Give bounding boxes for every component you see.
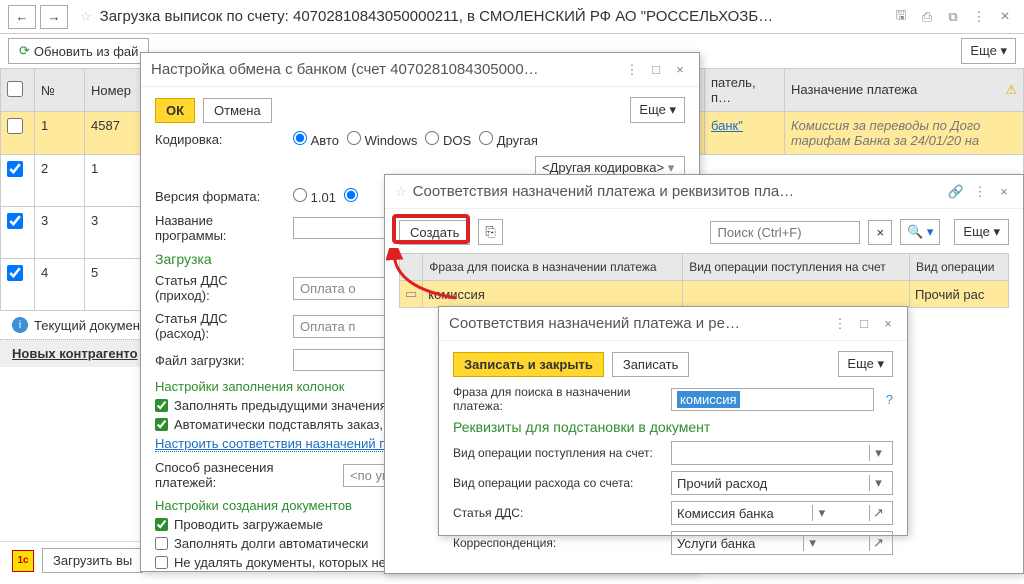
close-icon[interactable]: × <box>879 316 897 331</box>
search-input[interactable] <box>710 221 860 244</box>
row-check[interactable] <box>7 213 23 229</box>
op-in-select[interactable]: ▾ <box>671 441 893 465</box>
fwd-button[interactable]: → <box>40 5 68 29</box>
info-icon: i <box>12 317 28 333</box>
back-button[interactable]: ← <box>8 5 36 29</box>
help-icon[interactable]: ? <box>886 392 893 407</box>
more-icon[interactable]: ⋮ <box>968 6 990 28</box>
new-link[interactable]: Новых контрагенто <box>12 346 138 361</box>
col-nazn[interactable]: Назначение платежа ⚠ <box>785 69 1024 112</box>
copy-icon[interactable]: ⧉ <box>942 6 964 28</box>
row-check[interactable] <box>7 265 23 281</box>
chk-debts[interactable] <box>155 537 168 550</box>
dialog-title: Настройка обмена с банком (счет 40702810… <box>151 61 617 78</box>
corr-select[interactable]: Услуги банка▾↗ <box>671 531 893 555</box>
1c-logo: 1c <box>12 550 34 572</box>
more-button[interactable]: Еще ▾ <box>838 351 893 377</box>
print-icon[interactable]: ⎙ <box>916 6 938 28</box>
copy-button[interactable]: ⎘ <box>478 219 502 245</box>
phrase-input[interactable]: комиссия <box>671 388 874 411</box>
cancel-button[interactable]: Отмена <box>203 98 272 123</box>
info-text: Текущий докумен <box>34 318 140 333</box>
op-out-select[interactable]: Прочий расход▾ <box>671 471 893 495</box>
col-num[interactable]: № <box>35 69 85 112</box>
restore-icon[interactable]: □ <box>855 316 873 331</box>
close-icon[interactable]: × <box>995 184 1013 199</box>
ok-button[interactable]: ОК <box>155 98 195 123</box>
dds-select[interactable]: Комиссия банка▾↗ <box>671 501 893 525</box>
more-icon[interactable]: ⋮ <box>971 184 989 200</box>
restore-icon[interactable]: □ <box>647 62 665 77</box>
row-check[interactable] <box>7 118 23 134</box>
more-button[interactable]: Еще ▾ <box>954 219 1009 245</box>
col-platel[interactable]: патель, п… <box>705 69 785 112</box>
save-close-button[interactable]: Записать и закрыть <box>453 352 604 377</box>
load-button[interactable]: Загрузить вы <box>42 548 143 573</box>
correspondence-edit-dialog: Соответствия назначений платежа и ре… ⋮ … <box>438 306 908 536</box>
row-check[interactable] <box>7 161 23 177</box>
col-nomer[interactable]: Номер <box>85 69 145 112</box>
more-button[interactable]: Еще ▾ <box>961 38 1016 64</box>
page-title: Загрузка выписок по счету: 4070281084305… <box>100 8 886 25</box>
save-icon[interactable]: 🖫 <box>890 6 912 28</box>
close-icon[interactable]: × <box>994 6 1016 28</box>
version-label: Версия формата: <box>155 189 285 204</box>
check-all[interactable] <box>7 81 23 97</box>
close-icon[interactable]: × <box>671 62 689 77</box>
list-row[interactable]: ▭ комиссия Прочий рас <box>400 281 1009 308</box>
chk-delete[interactable] <box>155 556 168 569</box>
chk-auto[interactable] <box>155 418 168 431</box>
more-icon[interactable]: ⋮ <box>831 316 849 332</box>
chk-conduct[interactable] <box>155 518 168 531</box>
refresh-button[interactable]: ⟳Обновить из фай <box>8 38 149 64</box>
write-button[interactable]: Записать <box>612 352 690 377</box>
chk-prev[interactable] <box>155 399 168 412</box>
more-icon[interactable]: ⋮ <box>623 62 641 78</box>
star-icon[interactable]: ☆ <box>80 9 92 25</box>
encoding-label: Кодировка: <box>155 132 285 147</box>
clear-search[interactable]: × <box>868 220 892 245</box>
create-button[interactable]: Создать <box>399 220 470 245</box>
more-button[interactable]: Еще ▾ <box>630 97 685 123</box>
link-icon[interactable]: 🔗 <box>947 184 965 200</box>
search-button[interactable]: 🔍 ▾ <box>900 219 940 245</box>
